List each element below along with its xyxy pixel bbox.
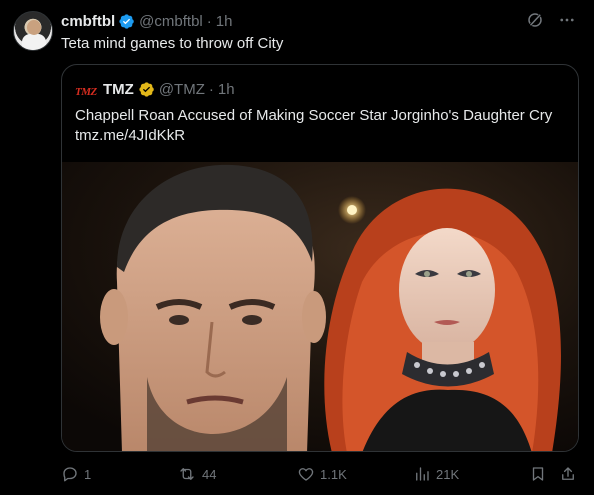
quote-timestamp[interactable]: 1h <box>218 81 235 98</box>
reply-count: 1 <box>84 466 92 482</box>
grok-icon[interactable] <box>526 11 544 29</box>
gold-verified-badge-icon[interactable] <box>138 81 155 98</box>
verified-badge-icon[interactable] <box>118 13 135 30</box>
quote-separator: · <box>208 80 214 98</box>
bookmark-icon <box>532 467 544 481</box>
tweet-actions: 1 44 1.1K 21K <box>61 461 579 487</box>
tweet-header: cmbftbl @cmbftbl · 1h <box>61 11 232 31</box>
separator: · <box>206 12 212 30</box>
quote-header: TMZ TMZ @TMZ · 1h <box>75 79 235 99</box>
avatar-shirt <box>22 34 46 50</box>
quote-image[interactable] <box>62 162 578 451</box>
quote-text: Chappell Roan Accused of Making Soccer S… <box>75 106 570 146</box>
bookmark-button[interactable] <box>529 461 547 487</box>
repost-icon <box>180 468 194 480</box>
more-icon[interactable] <box>558 11 576 29</box>
display-name[interactable]: cmbftbl <box>61 13 115 30</box>
tmz-logo[interactable]: TMZ <box>75 82 97 98</box>
avatar[interactable] <box>13 11 53 51</box>
quote-handle[interactable]: @TMZ <box>159 81 205 98</box>
tweet-text: Teta mind games to throw off City <box>61 35 284 52</box>
like-count: 1.1K <box>320 466 347 482</box>
share-button[interactable] <box>559 461 577 487</box>
tweet[interactable]: cmbftbl @cmbftbl · 1h Teta mind games to… <box>0 0 594 495</box>
top-actions <box>526 11 576 29</box>
views-icon <box>416 467 429 481</box>
views-button[interactable]: 21K <box>413 461 459 487</box>
like-button[interactable]: 1.1K <box>297 461 347 487</box>
quote-display-name[interactable]: TMZ <box>103 81 134 98</box>
reply-button[interactable]: 1 <box>61 461 91 487</box>
like-icon <box>298 468 314 481</box>
timestamp[interactable]: 1h <box>216 13 233 30</box>
view-count: 21K <box>436 466 460 482</box>
share-icon <box>562 467 574 480</box>
handle[interactable]: @cmbftbl <box>139 13 203 30</box>
quote-link[interactable]: tmz.me/4JIdKkR <box>75 126 570 146</box>
avatar-head <box>27 20 41 35</box>
repost-count: 44 <box>202 466 217 482</box>
reply-icon <box>63 467 77 482</box>
quoted-tweet[interactable]: TMZ TMZ @TMZ · 1h Chappell Roan Accused … <box>61 64 579 452</box>
quote-image-graphic <box>62 162 578 451</box>
quote-headline: Chappell Roan Accused of Making Soccer S… <box>75 107 553 124</box>
repost-button[interactable]: 44 <box>177 461 216 487</box>
